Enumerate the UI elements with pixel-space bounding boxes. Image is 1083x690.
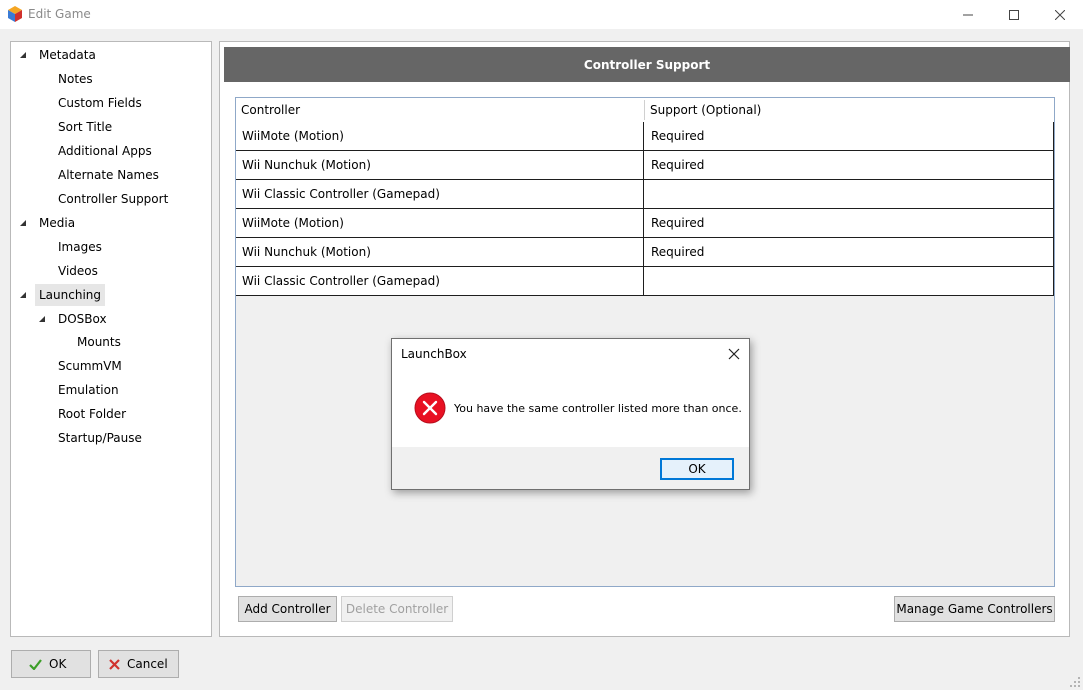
support-cell[interactable]: Required	[644, 209, 1054, 238]
dialog-ok-button[interactable]: OK	[660, 458, 734, 480]
tree-item-scummvm[interactable]: ScummVM	[58, 355, 122, 377]
checkmark-icon	[29, 658, 42, 670]
column-separator[interactable]	[644, 100, 645, 120]
table-row[interactable]: WiiMote (Motion) Required	[236, 209, 1054, 238]
tree-item-startup-pause[interactable]: Startup/Pause	[58, 427, 142, 449]
controller-cell[interactable]: Wii Nunchuk (Motion)	[236, 151, 644, 180]
tree-expand-arrow-icon[interactable]	[19, 219, 27, 227]
cancel-x-icon	[109, 658, 120, 670]
tree-item-root-folder[interactable]: Root Folder	[58, 403, 126, 425]
support-cell[interactable]	[644, 180, 1054, 209]
resize-grip-icon[interactable]	[1070, 677, 1081, 688]
close-icon[interactable]	[727, 347, 741, 361]
tree-item-sort-title[interactable]: Sort Title	[58, 116, 112, 138]
cancel-button[interactable]: Cancel	[98, 650, 179, 678]
title-bar: Edit Game	[0, 0, 1083, 29]
maximize-icon	[1009, 9, 1019, 20]
error-dialog: LaunchBox You have the same controller l…	[391, 338, 750, 490]
dialog-title: LaunchBox	[401, 347, 467, 361]
tree-item-videos[interactable]: Videos	[58, 260, 98, 282]
dialog-footer: OK	[392, 447, 749, 489]
table-row[interactable]: Wii Classic Controller (Gamepad)	[236, 180, 1054, 209]
ok-button[interactable]: OK	[11, 650, 91, 678]
tree-item-custom-fields[interactable]: Custom Fields	[58, 92, 142, 114]
support-cell[interactable]: Required	[644, 122, 1054, 151]
table-row[interactable]: Wii Nunchuk (Motion) Required	[236, 238, 1054, 267]
maximize-button[interactable]	[991, 0, 1037, 29]
tree-expand-arrow-icon[interactable]	[38, 315, 46, 323]
controller-cell[interactable]: WiiMote (Motion)	[236, 209, 644, 238]
tree-item-launching[interactable]: Launching	[35, 284, 106, 306]
minimize-icon	[963, 14, 973, 15]
table-row[interactable]: WiiMote (Motion) Required	[236, 122, 1054, 151]
table-row[interactable]: Wii Classic Controller (Gamepad)	[236, 267, 1054, 296]
window-title: Edit Game	[28, 7, 91, 21]
tree-item-notes[interactable]: Notes	[58, 68, 93, 90]
delete-controller-button[interactable]: Delete Controller	[341, 596, 453, 622]
launchbox-cube-icon	[8, 6, 22, 22]
error-icon	[414, 392, 446, 424]
tree-item-additional-apps[interactable]: Additional Apps	[58, 140, 152, 162]
support-cell[interactable]: Required	[644, 238, 1054, 267]
add-controller-button[interactable]: Add Controller	[238, 596, 337, 622]
manage-game-controllers-button[interactable]: Manage Game Controllers	[894, 596, 1055, 622]
cancel-button-label: Cancel	[127, 657, 168, 671]
tree-expand-arrow-icon[interactable]	[19, 51, 27, 59]
section-header: Controller Support	[224, 47, 1070, 82]
tree-expand-arrow-icon[interactable]	[19, 291, 27, 299]
ok-button-label: OK	[49, 657, 67, 671]
support-cell[interactable]: Required	[644, 151, 1054, 180]
tree-item-alternate-names[interactable]: Alternate Names	[58, 164, 159, 186]
support-cell[interactable]	[644, 267, 1054, 296]
column-header-controller[interactable]: Controller	[236, 98, 300, 122]
minimize-button[interactable]	[945, 0, 991, 29]
table-row[interactable]: Wii Nunchuk (Motion) Required	[236, 151, 1054, 180]
tree-item-metadata[interactable]: Metadata	[39, 44, 96, 66]
controller-cell[interactable]: Wii Nunchuk (Motion)	[236, 238, 644, 267]
grid-header: Controller Support (Optional)	[236, 98, 1054, 122]
controller-cell[interactable]: Wii Classic Controller (Gamepad)	[236, 180, 644, 209]
tree-item-media[interactable]: Media	[39, 212, 75, 234]
close-icon	[1055, 9, 1065, 20]
tree-item-dosbox[interactable]: DOSBox	[58, 308, 107, 330]
tree-item-images[interactable]: Images	[58, 236, 102, 258]
tree-item-controller-support[interactable]: Controller Support	[58, 188, 168, 210]
tree-item-mounts[interactable]: Mounts	[77, 331, 121, 353]
controller-cell[interactable]: Wii Classic Controller (Gamepad)	[236, 267, 644, 296]
close-window-button[interactable]	[1037, 0, 1083, 29]
tree-item-emulation[interactable]: Emulation	[58, 379, 119, 401]
controller-cell[interactable]: WiiMote (Motion)	[236, 122, 644, 151]
dialog-message: You have the same controller listed more…	[454, 402, 742, 415]
column-header-support[interactable]: Support (Optional)	[645, 98, 761, 122]
